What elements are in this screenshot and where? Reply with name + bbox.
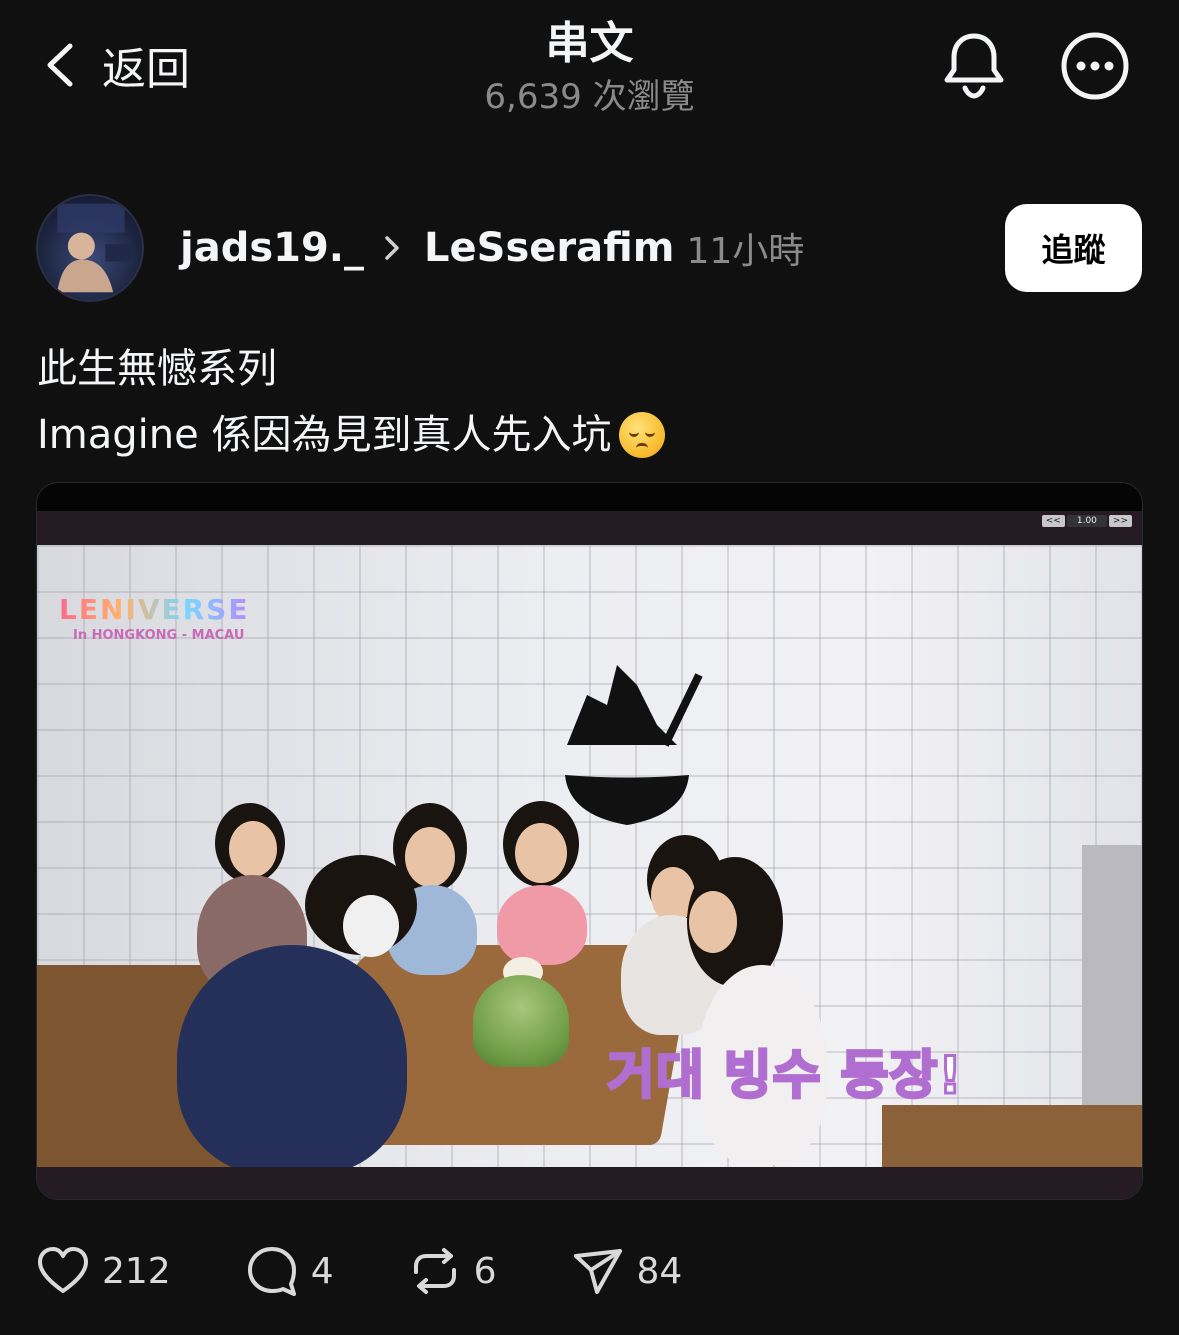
speed-value: 1.00 [1066,515,1107,527]
post-body: 此生無憾系列 Imagine 係因為見到真人先入坑 [37,336,1137,468]
person-body [177,945,407,1167]
repost-count: 6 [473,1250,497,1292]
share-count: 84 [636,1250,683,1292]
bingsu [473,975,569,1067]
person-body [497,885,587,965]
video-toolbar [37,511,1142,545]
playback-speed-control[interactable]: << 1.00 >> [1041,513,1132,529]
community-name[interactable]: LeSserafim [424,225,674,271]
pensive-face-icon [619,412,666,458]
reply-count: 4 [310,1250,334,1292]
post-time: 11小時 [686,231,805,272]
author-line: jads19._ LeSserafim 11小時 [180,218,804,278]
chevron-right-icon [385,236,399,260]
bingsu-wall-art [565,665,703,825]
show-logo-sub: In HONGKONG - MACAU [73,628,245,643]
video-caption: 거대 빙수 등장! [606,1045,964,1108]
share-button[interactable]: 84 [571,1244,683,1298]
more-options-icon[interactable] [1059,30,1131,102]
person-mask [343,895,399,957]
post-video[interactable]: << 1.00 >> LENIVERSE In HONGKONG - MACAU [36,482,1143,1200]
action-bar: 212 4 6 84 [36,1236,682,1306]
follow-button[interactable]: 追蹤 [1005,204,1142,292]
bell-icon[interactable] [938,28,1010,100]
video-top-bar [37,483,1142,511]
author-username[interactable]: jads19._ [180,225,364,271]
video-frame: LENIVERSE In HONGKONG - MACAU 거대 빙수 등장! [37,545,1142,1167]
speed-down-button[interactable]: << [1041,515,1065,527]
person-face [405,827,455,887]
post-line-1: 此生無憾系列 [37,346,277,392]
bench-right [882,1105,1142,1167]
reply-button[interactable]: 4 [245,1244,334,1298]
show-logo: LENIVERSE In HONGKONG - MACAU [59,593,249,643]
wall-corner [1082,845,1142,1105]
post-line-2-text: Imagine 係因為見到真人先入坑 [37,412,612,458]
heart-icon [38,1247,88,1293]
comment-icon [247,1247,296,1296]
show-logo-title: LENIVERSE [59,593,250,626]
like-count: 212 [102,1250,171,1292]
avatar[interactable] [36,194,144,302]
repost-icon [413,1248,456,1294]
send-icon [573,1249,622,1294]
person-face [515,823,567,883]
person-face [229,821,277,877]
header: 返回 串文 6,639 次瀏覽 [0,0,1179,150]
video-bottom-bar [37,1167,1142,1199]
speed-up-button[interactable]: >> [1108,515,1132,527]
like-button[interactable]: 212 [36,1244,171,1298]
thread-page: 返回 串文 6,639 次瀏覽 jads19._ LeSserafim 11小時… [0,0,1179,1335]
post-line-2: Imagine 係因為見到真人先入坑 [37,402,1137,468]
avatar-image [57,203,131,293]
person-face [689,891,737,953]
repost-button[interactable]: 6 [408,1244,497,1298]
